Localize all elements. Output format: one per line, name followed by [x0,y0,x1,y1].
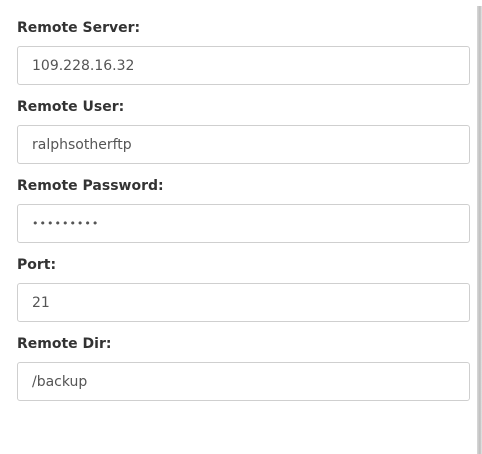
remote-dir-label: Remote Dir: [17,336,112,352]
remote-dir-value: /backup [32,373,88,390]
remote-server-input[interactable]: 109.228.16.32 [17,46,470,85]
remote-server-label: Remote Server: [17,20,141,36]
remote-dir-field: Remote Dir: /backup [17,336,470,401]
settings-panel: Remote Server: 109.228.16.32 Remote User… [0,0,480,454]
port-label: Port: [17,257,57,273]
remote-user-label: Remote User: [17,99,125,115]
remote-server-field: Remote Server: 109.228.16.32 [17,20,470,85]
remote-password-value: ••••••••• [32,217,100,230]
remote-user-input[interactable]: ralphsotherftp [17,125,470,164]
remote-user-field: Remote User: ralphsotherftp [17,99,470,164]
port-input[interactable]: 21 [17,283,470,322]
remote-server-value: 109.228.16.32 [32,57,135,74]
remote-user-value: ralphsotherftp [32,136,132,153]
port-value: 21 [32,294,50,311]
remote-dir-input[interactable]: /backup [17,362,470,401]
remote-password-input[interactable]: ••••••••• [17,204,470,243]
ftp-settings-form: Remote Server: 109.228.16.32 Remote User… [17,20,470,401]
remote-password-label: Remote Password: [17,178,164,194]
panel-edge-shadow [477,6,482,454]
remote-password-field: Remote Password: ••••••••• [17,178,470,243]
port-field: Port: 21 [17,257,470,322]
